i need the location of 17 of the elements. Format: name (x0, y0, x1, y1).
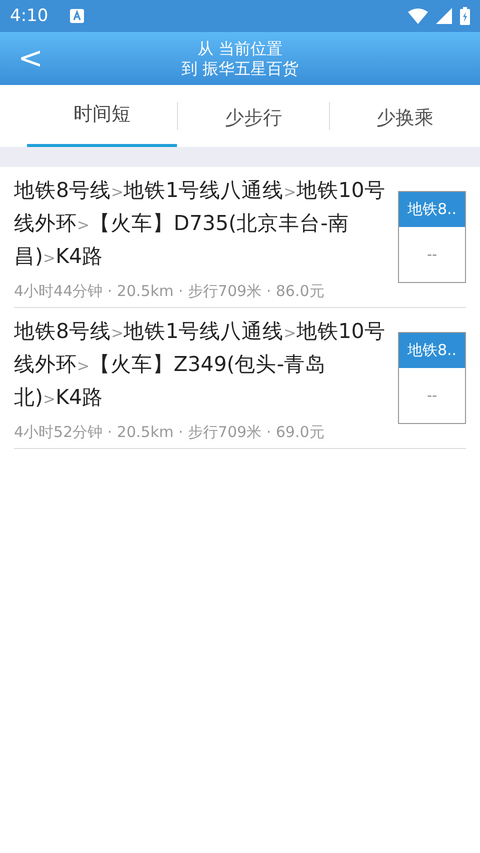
badge-value: -- (426, 246, 438, 264)
badge-value: -- (426, 386, 438, 406)
battery-icon (460, 7, 470, 25)
signal-icon (436, 8, 452, 24)
notification-icon (70, 9, 84, 23)
line-badge: 地铁8.. (399, 333, 465, 368)
route-summary: 4小时44分钟 · 20.5km · 步行709米 · 86.0元 (14, 282, 326, 301)
origin-title: 从 当前位置 (197, 38, 283, 58)
wifi-icon (408, 8, 428, 24)
route-path[interactable]: 地铁8号线>地铁1号线八通线>地铁10号线外环>【火车】D735(北京丰台-南昌)>K4路 (14, 175, 390, 274)
destination-title: 到 振华五星百货 (181, 58, 299, 78)
sort-tab[interactable]: 少换乘 (330, 85, 480, 147)
status-time: 4:10 (10, 6, 48, 26)
sort-tab[interactable]: 少步行 (178, 85, 329, 147)
route-summary: 4小时52分钟 · 20.5km · 步行709米 · 69.0元 (14, 423, 326, 442)
line-badge: 地铁8.. (399, 192, 465, 227)
route-path[interactable]: 地铁8号线>地铁1号线八通线>地铁10号线外环>【火车】Z349(包头-青岛北)>K4路 (14, 316, 390, 415)
